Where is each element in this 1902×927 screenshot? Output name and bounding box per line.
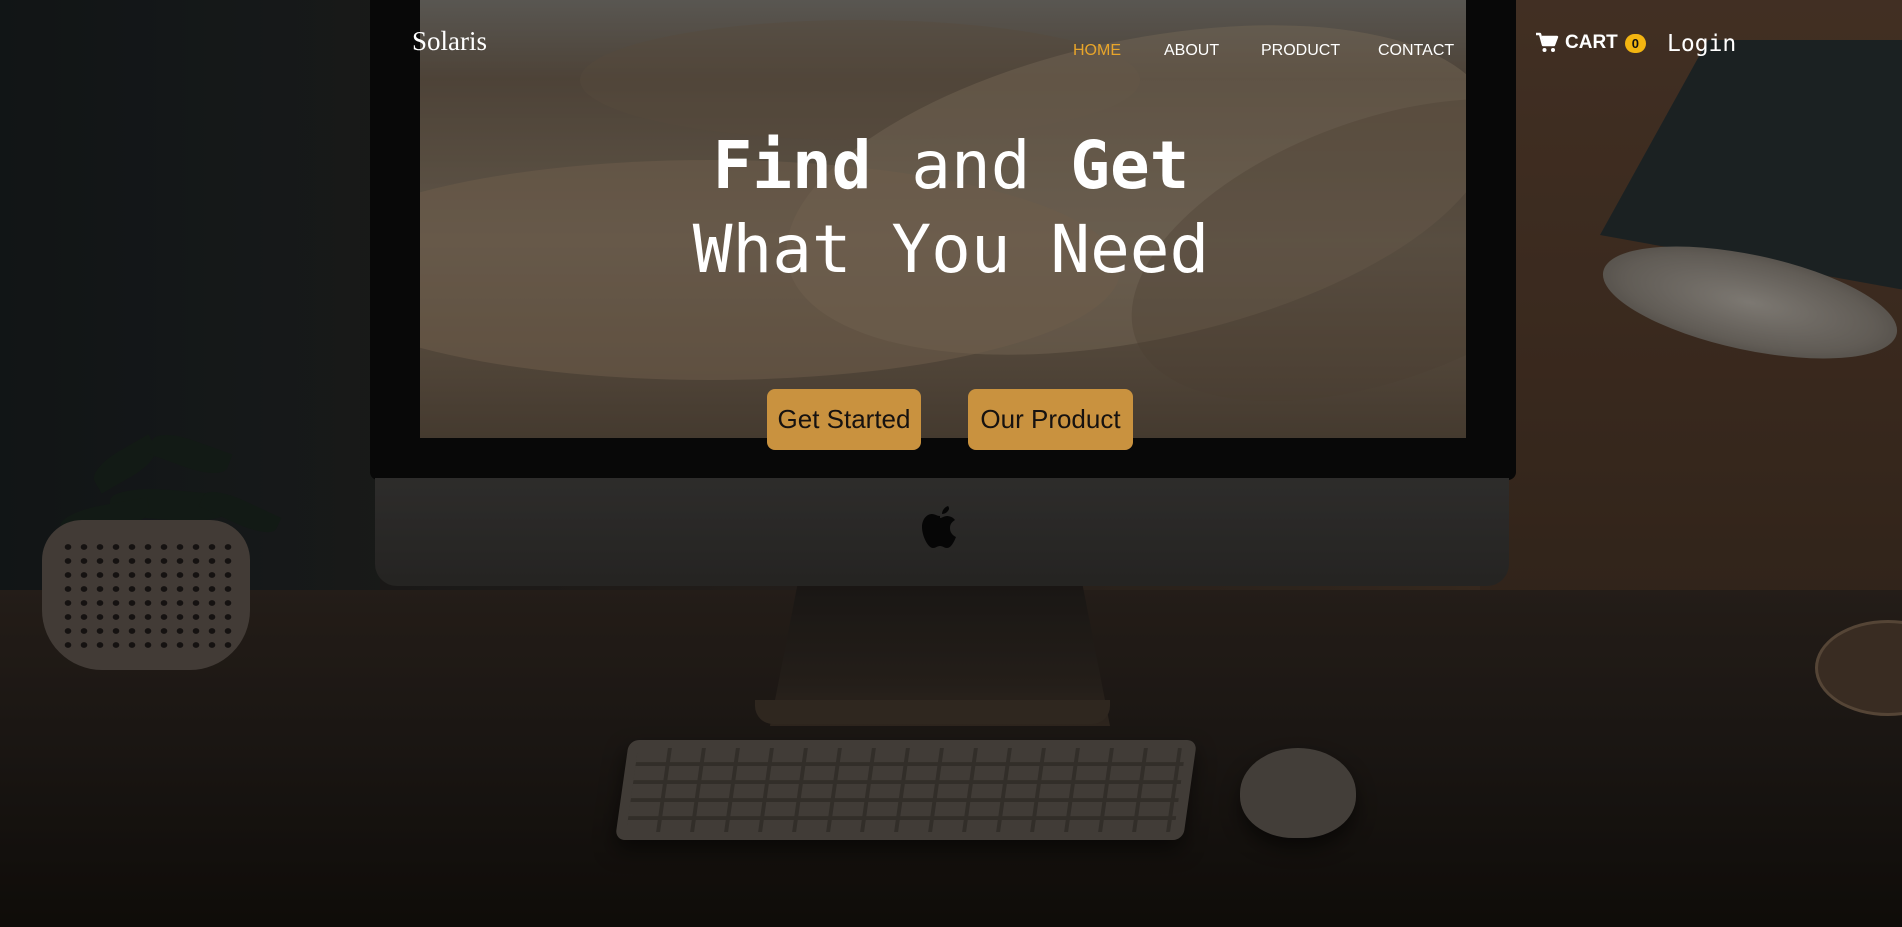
- nav-about[interactable]: ABOUT: [1164, 42, 1219, 60]
- hero-title-get: Get: [1070, 127, 1190, 204]
- hero-title-line-2: What You Need: [692, 211, 1210, 288]
- login-link[interactable]: Login: [1667, 31, 1736, 57]
- cart-button[interactable]: CART 0: [1535, 32, 1647, 54]
- get-started-button[interactable]: Get Started: [767, 389, 921, 450]
- brand-logo[interactable]: Solaris: [412, 26, 487, 57]
- cart-label: CART: [1565, 32, 1618, 53]
- hero-title-find: Find: [712, 127, 872, 204]
- cart-icon: [1536, 32, 1559, 52]
- hero-title: Find and Get What You Need: [0, 124, 1902, 292]
- nav-home[interactable]: HOME: [1073, 42, 1121, 60]
- cart-count-badge: 0: [1624, 33, 1647, 53]
- our-product-button[interactable]: Our Product: [968, 389, 1133, 450]
- hero-title-and: and: [871, 127, 1071, 204]
- nav-product[interactable]: PRODUCT: [1261, 42, 1340, 60]
- nav-contact[interactable]: CONTACT: [1378, 42, 1454, 60]
